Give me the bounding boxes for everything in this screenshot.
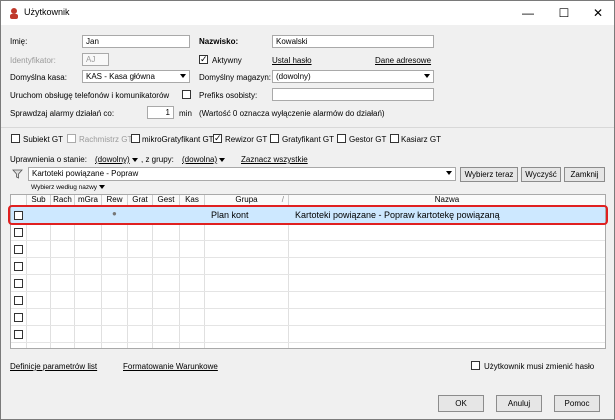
chevron-down-icon [219, 157, 226, 162]
grupa-header-label: Grupa [235, 195, 258, 204]
row-checkbox[interactable] [14, 262, 23, 271]
role-checkbox-gestor[interactable] [337, 134, 346, 143]
alarmy-input[interactable]: 1 [147, 106, 174, 119]
prefiks-label: Prefiks osobisty: [199, 91, 258, 100]
close-button[interactable]: ✕ [585, 4, 611, 22]
table-row[interactable] [11, 224, 605, 241]
aktywny-label: Aktywny [212, 56, 242, 65]
magazyn-value: (dowolny) [276, 72, 311, 81]
row-checkbox[interactable] [14, 245, 23, 254]
table-row[interactable] [11, 258, 605, 275]
identyfikator-label: Identyfikator: [10, 56, 56, 65]
alarmy-note: (Wartość 0 oznacza wyłączenie alarmów do… [199, 109, 385, 118]
filter-icon[interactable] [12, 169, 23, 179]
aktywny-checkbox[interactable] [199, 53, 208, 65]
role-checkbox-mikrogratyfikant[interactable] [131, 134, 140, 143]
nazwisko-label: Nazwisko: [199, 37, 239, 46]
magazyn-select[interactable]: (dowolny) [272, 70, 434, 83]
musi-zmienic-label: Użytkownik musi zmienić hasło [484, 362, 595, 371]
permission-select[interactable]: Kartoteki powiązane - Popraw [28, 167, 456, 181]
imie-label: Imię: [10, 37, 28, 46]
komunikatory-checkbox[interactable] [182, 90, 191, 99]
kasa-select[interactable]: KAS - Kasa główna [82, 70, 190, 83]
komunikatory-label: Uruchom obsługę telefonów i komunikatoró… [10, 91, 170, 100]
ok-button[interactable]: OK [438, 395, 484, 412]
divider [1, 127, 614, 128]
stan-dropdown[interactable]: (dowolny) [95, 155, 138, 164]
formatowanie-link[interactable]: Formatowanie Warunkowe [123, 362, 218, 371]
minimize-button[interactable]: — [515, 4, 541, 22]
role-checkbox-subiekt[interactable] [11, 134, 20, 143]
chevron-down-icon [131, 157, 138, 162]
alarmy-unit: min [179, 109, 192, 118]
row-checkbox[interactable] [14, 296, 23, 305]
zamknij-button[interactable]: Zamknij [564, 167, 605, 182]
table-row[interactable] [11, 309, 605, 326]
user-dialog: Użytkownik — ☐ ✕ Imię: Jan Nazwisko: Kow… [0, 0, 615, 420]
chevron-down-icon [180, 74, 186, 78]
prefiks-input[interactable] [272, 88, 434, 101]
pomoc-button[interactable]: Pomoc [554, 395, 600, 412]
grupa-label: , z grupy: [141, 155, 174, 164]
stan-value: (dowolny) [95, 155, 130, 164]
role-label-subiekt: Subiekt GT [23, 135, 64, 144]
role-label-mikrogratyfikant: mikroGratyfikant GT [142, 135, 214, 144]
role-checkbox-rewizor[interactable] [213, 132, 222, 144]
kasa-label: Domyślna kasa: [10, 73, 67, 82]
selection-highlight [8, 205, 608, 225]
chevron-down-icon [424, 74, 430, 78]
role-label-rachmistrz: Rachmistrz GT [79, 135, 133, 144]
zaznacz-wszystkie-link[interactable]: Zaznacz wszystkie [241, 155, 308, 164]
row-checkbox[interactable] [14, 330, 23, 339]
identyfikator-input: AJ [82, 53, 109, 66]
table-row[interactable] [11, 241, 605, 258]
role-label-gestor: Gestor GT [349, 135, 387, 144]
table-row[interactable] [11, 275, 605, 292]
role-label-rewizor: Rewizor GT [225, 135, 268, 144]
wyczysc-button[interactable]: Wyczyść [521, 167, 561, 182]
ustal-haslo-link[interactable]: Ustal hasło [272, 56, 312, 65]
wybierz-wedlug-label: Wybierz według nazwy [31, 184, 98, 191]
dane-adresowe-link[interactable]: Dane adresowe [375, 56, 431, 65]
role-checkbox-kasiarz[interactable] [390, 134, 399, 143]
alarmy-label: Sprawdzaj alarmy działań co: [10, 109, 115, 118]
title-bar: Użytkownik — ☐ ✕ [1, 1, 614, 25]
role-label-gratyfikant: Gratyfikant GT [282, 135, 335, 144]
wybierz-wedlug-dropdown[interactable]: Wybierz według nazwy [31, 184, 106, 191]
grupa-dropdown[interactable]: (dowolna) [182, 155, 226, 164]
grupa-value: (dowolna) [182, 155, 218, 164]
role-checkbox-gratyfikant[interactable] [270, 134, 279, 143]
kasa-value: KAS - Kasa główna [86, 72, 155, 81]
magazyn-label: Domyślny magazyn: [199, 73, 272, 82]
role-checkbox-rachmistrz [67, 134, 76, 143]
permission-select-value: Kartoteki powiązane - Popraw [32, 169, 139, 178]
row-checkbox[interactable] [14, 279, 23, 288]
window-title: Użytkownik [24, 7, 70, 17]
sort-indicator-icon: / [281, 195, 284, 204]
table-row[interactable] [11, 292, 605, 309]
role-label-kasiarz: Kasiarz GT [401, 135, 442, 144]
chevron-down-icon [99, 185, 106, 190]
wybierz-teraz-button[interactable]: Wybierz teraz [460, 167, 518, 182]
chevron-down-icon [446, 171, 452, 175]
table-row[interactable] [11, 326, 605, 343]
anuluj-button[interactable]: Anuluj [496, 395, 542, 412]
imie-input[interactable]: Jan [82, 35, 190, 48]
maximize-button[interactable]: ☐ [551, 4, 577, 22]
row-checkbox[interactable] [14, 228, 23, 237]
nazwisko-input[interactable]: Kowalski [272, 35, 434, 48]
definicje-link[interactable]: Definicje parametrów list [10, 362, 97, 371]
musi-zmienic-checkbox[interactable] [471, 361, 480, 370]
stan-label: Uprawnienia o stanie: [10, 155, 87, 164]
row-checkbox[interactable] [14, 313, 23, 322]
app-icon [10, 8, 18, 19]
